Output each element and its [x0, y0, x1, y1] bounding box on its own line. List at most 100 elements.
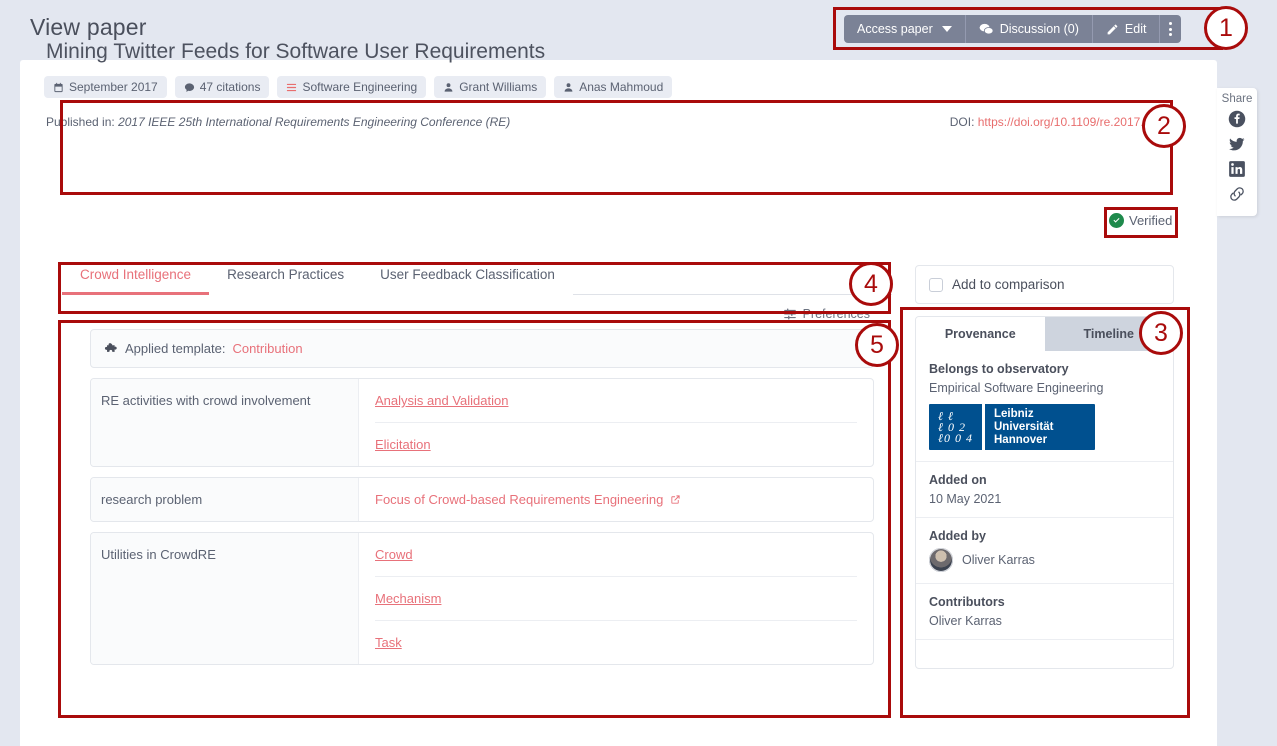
- property-label: Utilities in CrowdRE: [91, 533, 359, 664]
- statement-row: RE activities with crowd involvement Ana…: [90, 378, 874, 467]
- facebook-icon[interactable]: [1228, 110, 1246, 128]
- action-button-group: Access paper Discussion (0) Edit: [844, 15, 1181, 43]
- link-icon[interactable]: [1228, 185, 1246, 203]
- external-link-icon[interactable]: [670, 494, 681, 505]
- chip-label: Grant Williams: [459, 80, 537, 94]
- user-icon: [443, 82, 454, 93]
- chip-citations[interactable]: 47 citations: [175, 76, 270, 98]
- property-label: research problem: [91, 478, 359, 521]
- chip-label: Software Engineering: [302, 80, 417, 94]
- tab-crowd-intelligence[interactable]: Crowd Intelligence: [62, 255, 209, 295]
- chip-author-1[interactable]: Grant Williams: [434, 76, 546, 98]
- applied-template-panel: Applied template: Contribution: [90, 329, 874, 368]
- comments-icon: [979, 22, 994, 37]
- observatory-heading: Belongs to observatory: [929, 362, 1160, 376]
- added-by-row: Oliver Karras: [929, 548, 1160, 572]
- provenance-tabs: Provenance Timeline: [916, 317, 1173, 351]
- twitter-icon[interactable]: [1228, 135, 1246, 153]
- logo-text-line: Hannover: [994, 434, 1095, 447]
- chip-label: Anas Mahmoud: [579, 80, 663, 94]
- contribution-column: Crowd Intelligence Research Practices Us…: [62, 255, 892, 675]
- value-link[interactable]: Mechanism: [375, 591, 441, 606]
- linkedin-icon[interactable]: [1228, 160, 1246, 178]
- value-link[interactable]: Task: [375, 635, 402, 650]
- page-title: View paper: [30, 14, 147, 41]
- value-link[interactable]: Elicitation: [375, 437, 431, 452]
- published-in: Published in: 2017 IEEE 25th Internation…: [46, 115, 510, 129]
- publication-line: Published in: 2017 IEEE 25th Internation…: [46, 108, 1157, 129]
- value-link[interactable]: Focus of Crowd-based Requirements Engine…: [375, 492, 663, 507]
- metadata-sidebar: Add to comparison Provenance Timeline Be…: [915, 265, 1174, 669]
- preferences-button[interactable]: Preferences: [62, 295, 892, 329]
- value-row: Task: [375, 621, 857, 664]
- value-row: Mechanism: [375, 577, 857, 621]
- preferences-label: Preferences: [803, 307, 870, 321]
- added-on-value: 10 May 2021: [929, 492, 1160, 506]
- logo-mark: ℓ ℓ ℓ 0 2 ℓ0 0 4: [929, 404, 985, 450]
- value-row: Analysis and Validation: [375, 379, 857, 423]
- more-options-button[interactable]: [1160, 15, 1181, 43]
- contribution-tabs: Crowd Intelligence Research Practices Us…: [62, 255, 892, 295]
- chip-research-field[interactable]: Software Engineering: [277, 76, 426, 98]
- tab-user-feedback-classification[interactable]: User Feedback Classification: [362, 255, 573, 295]
- statement-row: Utilities in CrowdRE Crowd Mechanism Tas…: [90, 532, 874, 665]
- check-circle-icon: [1109, 213, 1124, 228]
- contribution-panels: Applied template: Contribution RE activi…: [62, 329, 892, 665]
- verified-label: Verified: [1129, 213, 1172, 228]
- applied-template-label: Applied template:: [125, 341, 225, 356]
- doi-label: DOI:: [950, 115, 975, 129]
- comment-icon: [184, 82, 195, 93]
- logo-mark-line: ℓ0 0 4: [938, 433, 982, 444]
- discussion-label: Discussion (0): [1000, 22, 1079, 36]
- paper-title: Mining Twitter Feeds for Software User R…: [46, 40, 1157, 64]
- observatory-section: Belongs to observatory Empirical Softwar…: [916, 351, 1173, 462]
- value-row: Crowd: [375, 533, 857, 577]
- paper-header: Mining Twitter Feeds for Software User R…: [44, 40, 1157, 129]
- edit-button[interactable]: Edit: [1093, 15, 1161, 43]
- logo-text: Leibniz Universität Hannover: [985, 404, 1095, 450]
- added-by-value[interactable]: Oliver Karras: [962, 553, 1035, 567]
- paper-metadata-chips: September 2017 47 citations Software Eng…: [44, 76, 1157, 98]
- property-values: Analysis and Validation Elicitation: [359, 379, 873, 466]
- chip-publication-date[interactable]: September 2017: [44, 76, 167, 98]
- value-link[interactable]: Crowd: [375, 547, 413, 562]
- applied-template-value[interactable]: Contribution: [232, 341, 302, 356]
- tab-research-practices[interactable]: Research Practices: [209, 255, 362, 295]
- logo-text-line: Leibniz: [994, 408, 1095, 421]
- doi-link[interactable]: https://doi.org/10.1109/re.2017.14: [978, 115, 1157, 129]
- provenance-footer: [916, 640, 1173, 668]
- value-link[interactable]: Analysis and Validation: [375, 393, 508, 408]
- chip-author-2[interactable]: Anas Mahmoud: [554, 76, 672, 98]
- value-row: Elicitation: [375, 423, 857, 466]
- access-paper-button[interactable]: Access paper: [844, 15, 966, 43]
- access-paper-label: Access paper: [857, 22, 933, 36]
- contributors-value[interactable]: Oliver Karras: [929, 614, 1160, 628]
- value-row: Focus of Crowd-based Requirements Engine…: [375, 478, 857, 521]
- observatory-value[interactable]: Empirical Software Engineering: [929, 381, 1160, 395]
- add-to-comparison-checkbox[interactable]: Add to comparison: [915, 265, 1174, 304]
- added-on-section: Added on 10 May 2021: [916, 462, 1173, 518]
- chip-label: September 2017: [69, 80, 158, 94]
- property-values: Focus of Crowd-based Requirements Engine…: [359, 478, 873, 521]
- applied-template-row: Applied template: Contribution: [104, 341, 860, 356]
- kebab-menu-icon: [1169, 22, 1172, 36]
- published-in-venue: 2017 IEEE 25th International Requirement…: [118, 115, 510, 129]
- checkbox-icon[interactable]: [929, 278, 943, 292]
- calendar-icon: [53, 82, 64, 93]
- property-values: Crowd Mechanism Task: [359, 533, 873, 664]
- chevron-down-icon: [942, 26, 952, 32]
- added-on-heading: Added on: [929, 473, 1160, 487]
- list-icon: [286, 82, 297, 93]
- discussion-button[interactable]: Discussion (0): [966, 15, 1093, 43]
- edit-label: Edit: [1125, 22, 1147, 36]
- added-by-section: Added by Oliver Karras: [916, 518, 1173, 584]
- share-label: Share: [1222, 93, 1253, 105]
- sliders-icon: [783, 307, 797, 321]
- tab-provenance[interactable]: Provenance: [916, 317, 1045, 351]
- property-label: RE activities with crowd involvement: [91, 379, 359, 466]
- contributors-heading: Contributors: [929, 595, 1160, 609]
- chip-label: 47 citations: [200, 80, 261, 94]
- tab-timeline[interactable]: Timeline: [1045, 317, 1174, 351]
- leibniz-university-hannover-logo: ℓ ℓ ℓ 0 2 ℓ0 0 4 Leibniz Universität Han…: [929, 404, 1095, 450]
- statement-row: research problem Focus of Crowd-based Re…: [90, 477, 874, 522]
